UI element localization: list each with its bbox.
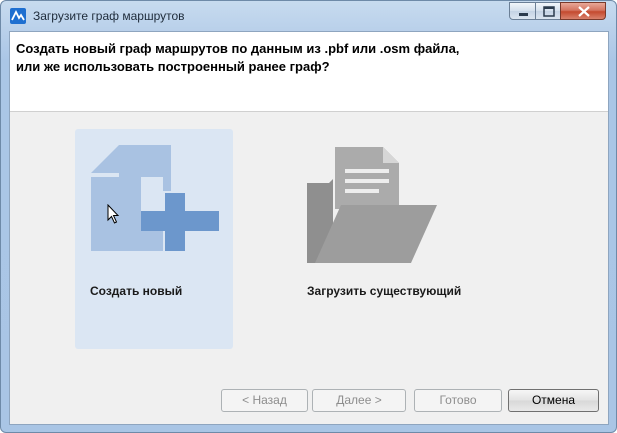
mouse-cursor-icon [107,204,120,224]
question-line-1: Создать новый граф маршрутов по данным и… [16,41,460,56]
cancel-button[interactable]: Отмена [508,389,599,412]
maximize-button[interactable] [535,2,561,20]
open-folder-icon [307,147,437,263]
question-line-2: или же использовать построенный ранее гр… [16,59,330,74]
new-document-icon [91,145,219,251]
title-bar[interactable]: Загрузите граф маршрутов [1,1,616,31]
dialog-window: Загрузите граф маршрутов Создать новый г… [0,0,617,433]
back-button[interactable]: < Назад [221,389,308,412]
load-existing-label: Загрузить существующий [307,284,462,298]
create-new-label: Создать новый [90,284,183,298]
close-button[interactable] [560,2,606,20]
dialog-body: Создать новый граф маршрутов по данным и… [9,31,609,425]
minimize-button[interactable] [509,2,536,20]
window-title: Загрузите граф маршрутов [33,9,185,23]
next-button[interactable]: Далее > [312,389,406,412]
question-header: Создать новый граф маршрутов по данным и… [10,32,608,112]
finish-button[interactable]: Готово [414,389,502,412]
create-new-option[interactable]: Создать новый [75,129,233,349]
app-logo-icon [10,8,26,24]
close-icon [578,6,590,17]
maximize-icon [543,6,555,17]
load-existing-option[interactable]: Загрузить существующий [295,129,485,349]
minimize-icon [519,13,528,16]
